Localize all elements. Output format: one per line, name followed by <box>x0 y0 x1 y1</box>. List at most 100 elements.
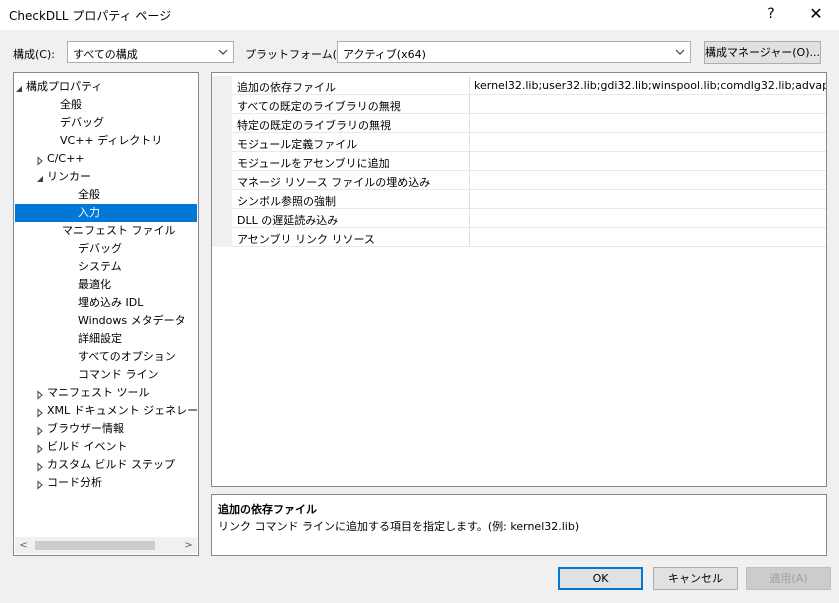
chevron-down-icon <box>673 44 687 60</box>
property-row[interactable]: 追加の依存ファイル kernel32.lib;user32.lib;gdi32.l… <box>212 76 826 95</box>
row-gutter <box>212 190 232 209</box>
tree-item-label: マニフェスト ファイル <box>62 224 176 237</box>
tree-item[interactable]: 詳細設定 <box>14 330 198 348</box>
tree-item-label: 全般 <box>60 98 82 111</box>
property-name: シンボル参照の強制 <box>237 195 336 208</box>
platform-select[interactable]: アクティブ(x64) <box>337 41 691 63</box>
tree-item[interactable]: 最適化 <box>14 276 198 294</box>
property-name: 特定の既定のライブラリの無視 <box>237 119 391 132</box>
property-value[interactable] <box>469 228 826 246</box>
property-name: マネージ リソース ファイルの埋め込み <box>237 176 431 189</box>
tree-item[interactable]: システム <box>14 258 198 276</box>
collapsed-triangle-icon[interactable] <box>35 424 45 436</box>
tree-item-label: コード分析 <box>47 476 102 489</box>
property-row[interactable]: すべての既定のライブラリの無視 <box>212 95 826 114</box>
tree-item-label: マニフェスト ツール <box>47 386 150 399</box>
tree-item[interactable]: 入力 <box>15 204 197 222</box>
description-text: リンク コマンド ラインに追加する項目を指定します。(例: kernel32.l… <box>218 520 580 533</box>
tree-item[interactable]: カスタム ビルド ステップ <box>14 456 198 474</box>
property-row[interactable]: アセンブリ リンク リソース <box>212 228 826 247</box>
description-title: 追加の依存ファイル <box>218 503 317 516</box>
tree-item[interactable]: デバッグ <box>14 240 198 258</box>
property-value[interactable] <box>469 114 826 132</box>
tree-item[interactable]: 構成プロパティ <box>14 78 198 96</box>
row-gutter <box>212 76 232 95</box>
tree-item[interactable]: Windows メタデータ <box>14 312 198 330</box>
property-value[interactable] <box>469 152 826 170</box>
window-title: CheckDLL プロパティ ページ <box>9 9 172 23</box>
property-row[interactable]: 特定の既定のライブラリの無視 <box>212 114 826 133</box>
collapsed-triangle-icon[interactable] <box>35 460 45 472</box>
property-grid[interactable]: 追加の依存ファイル kernel32.lib;user32.lib;gdi32.l… <box>211 72 827 487</box>
tree-item[interactable]: コード分析 <box>14 474 198 492</box>
tree-item[interactable]: 全般 <box>14 96 198 114</box>
close-button[interactable]: ✕ <box>801 3 831 25</box>
config-label: 構成(C): <box>13 48 55 61</box>
configuration-manager-button[interactable]: 構成マネージャー(O)... <box>704 41 821 64</box>
tree-item[interactable]: デバッグ <box>14 114 198 132</box>
property-value[interactable] <box>469 171 826 189</box>
property-row[interactable]: DLL の遅延読み込み <box>212 209 826 228</box>
tree-item[interactable]: マニフェスト ツール <box>14 384 198 402</box>
property-row[interactable]: モジュール定義ファイル <box>212 133 826 152</box>
row-gutter <box>212 171 232 190</box>
config-select-value: すべての構成 <box>73 48 138 61</box>
tree-item-label: 最適化 <box>78 278 111 291</box>
collapsed-triangle-icon[interactable] <box>35 388 45 400</box>
tree-item-label: 詳細設定 <box>78 332 122 345</box>
tree-item-label: Windows メタデータ <box>78 314 186 327</box>
expanded-triangle-icon[interactable] <box>35 172 45 182</box>
property-value[interactable] <box>469 95 826 113</box>
property-row[interactable]: マネージ リソース ファイルの埋め込み <box>212 171 826 190</box>
tree-item[interactable]: 全般 <box>14 186 198 204</box>
tree-item[interactable]: XML ドキュメント ジェネレーター <box>14 402 198 420</box>
property-value[interactable] <box>469 190 826 208</box>
collapsed-triangle-icon[interactable] <box>35 406 45 418</box>
property-name: アセンブリ リンク リソース <box>237 233 375 246</box>
tree-item-label: コマンド ライン <box>78 368 159 381</box>
ok-button[interactable]: OK <box>558 567 643 590</box>
tree-item[interactable]: マニフェスト ファイル <box>14 222 198 240</box>
tree-item-label: C/C++ <box>47 152 85 165</box>
apply-button[interactable]: 適用(A) <box>746 567 831 590</box>
property-value[interactable]: kernel32.lib;user32.lib;gdi32.lib;winspo… <box>469 76 826 94</box>
tree-item-label: 埋め込み IDL <box>78 296 144 309</box>
row-gutter <box>212 114 232 133</box>
scroll-thumb[interactable] <box>35 541 155 550</box>
row-divider <box>232 246 826 247</box>
collapsed-triangle-icon[interactable] <box>35 154 45 166</box>
row-gutter <box>212 152 232 171</box>
tree-item[interactable]: 埋め込み IDL <box>14 294 198 312</box>
property-name: DLL の遅延読み込み <box>237 214 339 227</box>
tree-item[interactable]: ブラウザー情報 <box>14 420 198 438</box>
tree-horizontal-scrollbar[interactable]: < > <box>15 537 197 554</box>
tree-item-label: すべてのオプション <box>78 350 176 363</box>
collapsed-triangle-icon[interactable] <box>35 478 45 490</box>
cancel-button[interactable]: キャンセル <box>653 567 738 590</box>
expanded-triangle-icon[interactable] <box>14 82 24 92</box>
tree-item-label: VC++ ディレクトリ <box>60 134 163 147</box>
property-name: すべての既定のライブラリの無視 <box>237 100 401 113</box>
tree-item[interactable]: すべてのオプション <box>14 348 198 366</box>
tree-item-label: 全般 <box>78 188 100 201</box>
tree-item[interactable]: リンカー <box>14 168 198 186</box>
config-select[interactable]: すべての構成 <box>67 41 234 63</box>
property-row[interactable]: シンボル参照の強制 <box>212 190 826 209</box>
property-value[interactable] <box>469 133 826 151</box>
property-row[interactable]: モジュールをアセンブリに追加 <box>212 152 826 171</box>
tree-item[interactable]: VC++ ディレクトリ <box>14 132 198 150</box>
help-button[interactable]: ? <box>756 3 786 25</box>
tree-item-label: システム <box>78 260 122 273</box>
tree-item[interactable]: コマンド ライン <box>14 366 198 384</box>
tree-item-label: ブラウザー情報 <box>47 422 124 435</box>
tree-item[interactable]: ビルド イベント <box>14 438 198 456</box>
property-name: 追加の依存ファイル <box>237 81 336 94</box>
scroll-right-button[interactable]: > <box>180 537 197 554</box>
property-value[interactable] <box>469 209 826 227</box>
scroll-left-button[interactable]: < <box>15 537 32 554</box>
collapsed-triangle-icon[interactable] <box>35 442 45 454</box>
description-panel: 追加の依存ファイル リンク コマンド ラインに追加する項目を指定します。(例: … <box>211 494 827 556</box>
property-tree[interactable]: < > 構成プロパティ 全般 デバッグ VC++ ディレクトリ C/C++ リンカー 全般入… <box>13 72 199 556</box>
property-name: モジュール定義ファイル <box>237 138 358 151</box>
tree-item[interactable]: C/C++ <box>14 150 198 168</box>
